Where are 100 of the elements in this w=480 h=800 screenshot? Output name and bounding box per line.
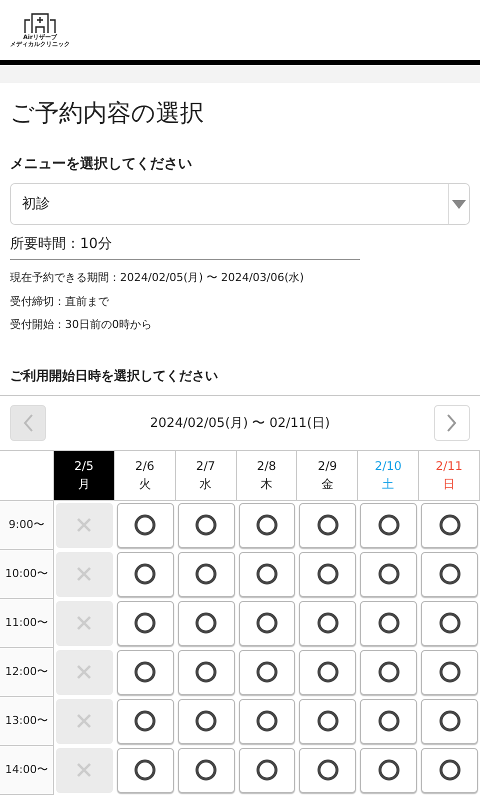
clinic-logo-icon: [23, 12, 57, 34]
day-header[interactable]: 2/6 火: [114, 450, 176, 500]
circle-icon: [134, 514, 156, 536]
time-label: 12:00〜: [0, 648, 54, 696]
info-text: 受付開始：30日前の0時から: [10, 317, 153, 333]
circle-icon: [195, 612, 218, 634]
available-slot-button[interactable]: [116, 650, 174, 694]
available-slot-button[interactable]: [238, 748, 296, 792]
circle-icon: [195, 710, 218, 732]
cross-icon: [76, 762, 92, 778]
available-slot-button[interactable]: [421, 698, 478, 744]
cross-icon: [76, 517, 92, 533]
available-slot-button[interactable]: [360, 552, 418, 596]
circle-icon: [378, 612, 400, 634]
available-slot-button[interactable]: [178, 650, 235, 694]
week-range: 2024/02/05(月) 〜 02/11(日): [150, 414, 330, 432]
available-slot-button[interactable]: [238, 502, 296, 548]
circle-icon: [316, 661, 339, 683]
circle-icon: [134, 563, 156, 585]
circle-icon: [378, 710, 400, 732]
available-slot-button[interactable]: [299, 698, 356, 744]
available-slot-button[interactable]: [238, 600, 296, 646]
available-slot-button[interactable]: [360, 600, 418, 646]
circle-icon: [256, 514, 278, 536]
time-label: 11:00〜: [0, 598, 54, 648]
day-header[interactable]: 2/11 日: [419, 450, 480, 500]
menu-select[interactable]: 初診: [10, 183, 470, 225]
available-slot-button[interactable]: [421, 600, 478, 646]
available-slot-button[interactable]: [360, 698, 418, 744]
chevron-left-icon: [23, 414, 33, 432]
circle-icon: [438, 563, 461, 585]
time-label: 10:00〜: [0, 550, 54, 598]
available-slot-button[interactable]: [299, 600, 356, 646]
circle-icon: [438, 661, 461, 683]
dropdown-icon: [452, 200, 466, 208]
circle-icon: [195, 514, 218, 536]
available-slot-button[interactable]: [360, 502, 418, 548]
circle-icon: [378, 514, 400, 536]
circle-icon: [316, 759, 339, 781]
circle-icon: [316, 612, 339, 634]
circle-icon: [316, 514, 339, 536]
cross-icon: [76, 713, 92, 729]
time-label: 14:00〜: [0, 746, 54, 794]
circle-icon: [256, 661, 278, 683]
available-slot-button[interactable]: [238, 650, 296, 694]
cross-icon: [76, 615, 92, 631]
available-slot-button[interactable]: [116, 600, 174, 646]
info-text: 現在予約できる期間：2024/02/05(月) 〜 2024/03/06(水): [10, 270, 305, 286]
duration-text: 所要時間：10分: [10, 235, 360, 260]
available-slot-button[interactable]: [299, 650, 356, 694]
next-week-button[interactable]: [434, 404, 470, 440]
info-text: 受付締切：直前まで: [10, 294, 110, 310]
circle-icon: [256, 759, 278, 781]
circle-icon: [256, 612, 278, 634]
circle-icon: [378, 661, 400, 683]
circle-icon: [316, 563, 339, 585]
circle-icon: [378, 563, 400, 585]
circle-icon: [438, 514, 461, 536]
cross-icon: [76, 664, 92, 680]
circle-icon: [438, 612, 461, 634]
available-slot-button[interactable]: [421, 552, 478, 596]
available-slot-button[interactable]: [116, 552, 174, 596]
day-header[interactable]: 2/8 木: [236, 450, 298, 500]
available-slot-button[interactable]: [421, 502, 478, 548]
available-slot-button[interactable]: [299, 502, 356, 548]
available-slot-button[interactable]: [238, 552, 296, 596]
time-label: 9:00〜: [0, 500, 54, 550]
chevron-right-icon: [446, 414, 457, 432]
circle-icon: [195, 759, 218, 781]
circle-icon: [134, 759, 156, 781]
day-header[interactable]: 2/7 水: [176, 450, 237, 500]
available-slot-button[interactable]: [178, 748, 235, 792]
circle-icon: [134, 612, 156, 634]
available-slot-button[interactable]: [421, 748, 478, 792]
available-slot-button[interactable]: [116, 748, 174, 792]
available-slot-button[interactable]: [299, 552, 356, 596]
available-slot-button[interactable]: [178, 600, 235, 646]
circle-icon: [378, 759, 400, 781]
available-slot-button[interactable]: [178, 502, 235, 548]
available-slot-button[interactable]: [178, 552, 235, 596]
date-heading: ご利用開始日時を選択してください: [10, 368, 219, 386]
available-slot-button[interactable]: [178, 698, 235, 744]
available-slot-button[interactable]: [116, 502, 174, 548]
available-slot-button[interactable]: [238, 698, 296, 744]
circle-icon: [438, 710, 461, 732]
cross-icon: [76, 566, 92, 582]
circle-icon: [316, 710, 339, 732]
circle-icon: [195, 661, 218, 683]
circle-icon: [134, 661, 156, 683]
available-slot-button[interactable]: [360, 650, 418, 694]
circle-icon: [134, 710, 156, 732]
available-slot-button[interactable]: [116, 698, 174, 744]
available-slot-button[interactable]: [360, 748, 418, 792]
time-label: 13:00〜: [0, 696, 54, 746]
menu-label: メニューを選択してください: [10, 155, 193, 173]
day-header[interactable]: 2/5 月: [54, 450, 115, 500]
day-header[interactable]: 2/9 金: [297, 450, 358, 500]
available-slot-button[interactable]: [299, 748, 356, 792]
available-slot-button[interactable]: [421, 650, 478, 694]
circle-icon: [256, 563, 278, 585]
